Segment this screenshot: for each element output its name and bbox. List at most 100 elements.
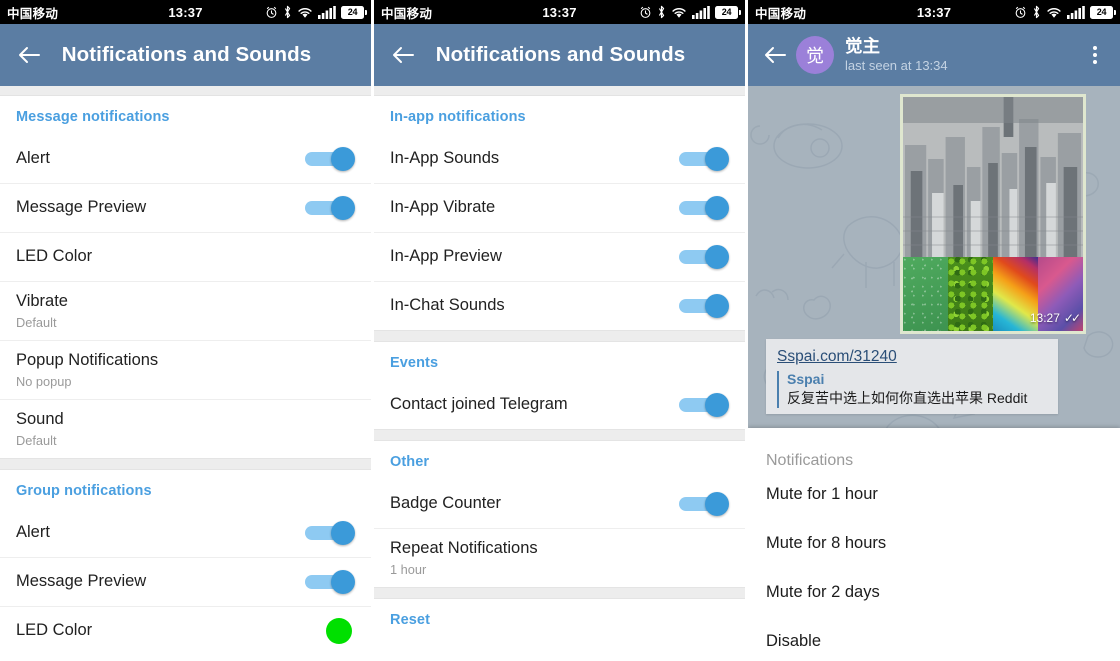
row-title: Repeat Notifications [390, 539, 538, 558]
row-subtitle: 1 hour [390, 561, 427, 577]
led-color-swatch[interactable] [326, 618, 352, 644]
row-title: LED Color [16, 621, 93, 640]
section-header-in-app-notifications: In-app notifications [390, 109, 526, 125]
screenshot-root: 中国移动 13:37 24 Notifications and Sounds M… [0, 0, 1120, 661]
avatar[interactable]: 觉 [796, 36, 834, 74]
section-divider [374, 429, 745, 441]
row-texts: Badge Counter [390, 494, 679, 514]
section-header-other: Other [390, 454, 430, 470]
photo-message-bubble[interactable]: 13:27 ✓✓ [900, 94, 1086, 334]
toggle-badge-counter[interactable] [679, 491, 729, 516]
back-arrow-icon[interactable] [14, 40, 44, 70]
setting-row-group-alert[interactable]: Alert [0, 508, 371, 557]
row-subtitle: Default [16, 432, 57, 448]
green-grass-thumb[interactable] [903, 257, 948, 331]
green-leaves-thumb[interactable] [948, 257, 993, 331]
row-texts: Repeat Notifications 1 hour [390, 539, 729, 577]
toggle-in-app-preview[interactable] [679, 245, 729, 269]
alarm-clock-icon [639, 6, 652, 19]
signal-bars-icon [318, 5, 336, 19]
bluetooth-icon [1032, 5, 1041, 19]
section-header-group-notifications: Group notifications [16, 483, 152, 499]
link-preview-description: 反复苦中选上如何你直选出苹果 Reddit [787, 390, 1028, 406]
link-preview-url[interactable]: Sspai.com/31240 [777, 348, 1047, 366]
status-bar: 中国移动 13:37 24 [748, 0, 1120, 24]
setting-row-group-message-preview[interactable]: Message Preview [0, 557, 371, 606]
setting-row-group-led-color[interactable]: LED Color [0, 606, 371, 655]
row-texts: Contact joined Telegram [390, 395, 679, 415]
row-subtitle: No popup [16, 373, 72, 389]
row-title: Vibrate [16, 292, 68, 311]
toggle-in-app-vibrate[interactable] [679, 196, 729, 220]
setting-row-sound[interactable]: Sound Default [0, 399, 371, 458]
avatar-initial: 觉 [806, 46, 824, 66]
setting-row-popup-notifications[interactable]: Popup Notifications No popup [0, 340, 371, 399]
toggle-message-preview[interactable] [305, 196, 355, 220]
signal-bars-icon [1067, 5, 1085, 19]
row-title: Badge Counter [390, 493, 501, 512]
row-texts: Popup Notifications No popup [16, 351, 355, 389]
message-meta: 13:27 ✓✓ [1030, 311, 1081, 325]
back-arrow-icon[interactable] [388, 40, 418, 70]
alarm-clock-icon [1014, 6, 1027, 19]
status-bar: 中国移动 13:37 24 [374, 0, 745, 24]
row-title: Contact joined Telegram [390, 394, 568, 413]
list-top-gap [374, 86, 745, 96]
toggle-in-chat-sounds[interactable] [679, 294, 729, 318]
row-texts: Message Preview [16, 572, 305, 592]
row-texts: In-Chat Sounds [390, 296, 679, 316]
wifi-icon [1046, 6, 1062, 19]
row-texts: Alert [16, 523, 305, 543]
toggle-contact-joined[interactable] [679, 392, 729, 417]
sheet-item-mute-8-hours[interactable]: Mute for 8 hours [748, 519, 1120, 568]
toggle-group-message-preview[interactable] [305, 570, 355, 594]
bluetooth-icon [283, 5, 292, 19]
chat-area: 13:27 ✓✓ Sspai.com/31240 Sspai 反复苦中选上如何你… [748, 86, 1120, 661]
sheet-item-disable[interactable]: Disable [748, 617, 1120, 661]
row-title: In-App Sounds [390, 148, 500, 167]
setting-row-led-color[interactable]: LED Color [0, 232, 371, 281]
row-texts: Message Preview [16, 198, 305, 218]
toggle-group-alert[interactable] [305, 520, 355, 545]
setting-row-in-app-preview[interactable]: In-App Preview [374, 232, 745, 281]
setting-row-contact-joined-telegram[interactable]: Contact joined Telegram [374, 380, 745, 429]
city-photo [903, 97, 1083, 257]
section-header-message-notifications: Message notifications [16, 109, 170, 125]
wifi-icon [671, 6, 687, 19]
row-title: Alert [16, 522, 50, 541]
sheet-title: Notifications [766, 452, 854, 469]
row-title: Popup Notifications [16, 351, 159, 370]
page-title: Notifications and Sounds [61, 43, 312, 66]
peer-name: 觉主 [845, 36, 880, 57]
settings-list: In-app notifications In-App Sounds In-Ap… [374, 86, 745, 637]
setting-row-in-app-vibrate[interactable]: In-App Vibrate [374, 183, 745, 232]
back-arrow-icon[interactable] [760, 40, 790, 70]
toggle-alert[interactable] [305, 146, 355, 171]
toggle-in-app-sounds[interactable] [679, 146, 729, 171]
section-divider [374, 330, 745, 342]
settings-list: Message notifications Alert Message Prev… [0, 86, 371, 655]
sheet-item-mute-1-hour[interactable]: Mute for 1 hour [748, 470, 1120, 519]
action-bar: Notifications and Sounds [0, 24, 371, 86]
battery-level: 24 [1096, 7, 1107, 17]
row-texts: LED Color [16, 621, 326, 641]
setting-row-badge-counter[interactable]: Badge Counter [374, 479, 745, 528]
setting-row-message-preview[interactable]: Message Preview [0, 183, 371, 232]
setting-row-alert[interactable]: Alert [0, 134, 371, 183]
row-title: In-Chat Sounds [390, 296, 505, 315]
section-divider [0, 458, 371, 470]
setting-row-repeat-notifications[interactable]: Repeat Notifications 1 hour [374, 528, 745, 587]
battery-icon: 24 [1090, 5, 1116, 19]
link-preview-card[interactable]: Sspai.com/31240 Sspai 反复苦中选上如何你直选出苹果 Red… [766, 339, 1058, 414]
section-header-reset[interactable]: Reset [374, 599, 745, 637]
overflow-menu-icon[interactable] [1082, 46, 1108, 64]
setting-row-vibrate[interactable]: Vibrate Default [0, 281, 371, 340]
setting-row-in-app-sounds[interactable]: In-App Sounds [374, 134, 745, 183]
battery-icon: 24 [341, 5, 367, 19]
sheet-item-mute-2-days[interactable]: Mute for 2 days [748, 568, 1120, 617]
row-texts: LED Color [16, 247, 355, 267]
chat-peer-info[interactable]: 觉主 last seen at 13:34 [845, 36, 1082, 73]
mute-bottom-sheet: Notifications Mute for 1 hour Mute for 8… [748, 428, 1120, 661]
chat-action-bar: 觉 觉主 last seen at 13:34 [748, 24, 1120, 86]
setting-row-in-chat-sounds[interactable]: In-Chat Sounds [374, 281, 745, 330]
